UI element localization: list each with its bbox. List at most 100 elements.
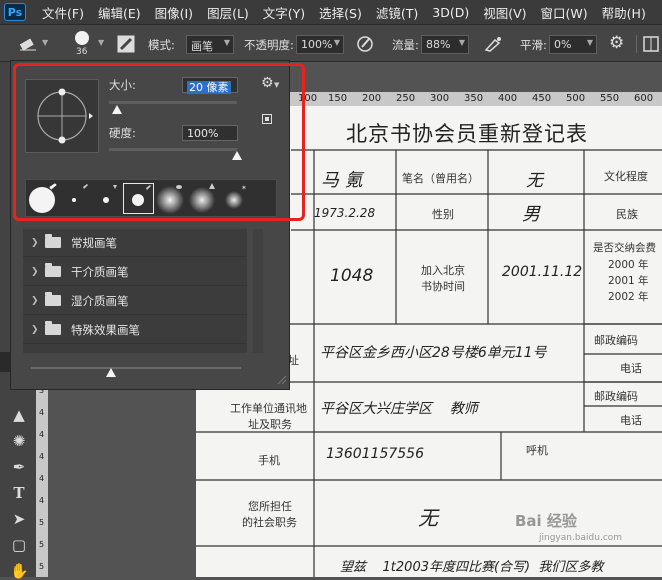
chevron-right-icon: ❯ bbox=[31, 324, 39, 335]
brush-group-special-effects[interactable]: ❯ 特殊效果画笔 bbox=[23, 316, 247, 344]
fee-year-2002: 2002 年 bbox=[608, 291, 649, 303]
name-value: 马 氪 bbox=[321, 170, 363, 191]
gender-label: 性别 bbox=[432, 208, 454, 221]
flow-value: 88% bbox=[426, 38, 451, 51]
vertical-ruler: 3 4 4 4 4 4 5 5 5 bbox=[36, 380, 48, 577]
ruler-tick-label: 4 bbox=[39, 474, 45, 483]
menu-file[interactable]: 文件(F) bbox=[42, 3, 84, 22]
menu-filter[interactable]: 滤镜(T) bbox=[376, 3, 418, 22]
menu-window[interactable]: 窗口(W) bbox=[541, 3, 588, 22]
hand-icon[interactable]: ✋ bbox=[10, 562, 29, 580]
menu-view[interactable]: 视图(V) bbox=[483, 3, 526, 22]
menu-edit[interactable]: 编辑(E) bbox=[98, 3, 141, 22]
bottom-handwriting: 望兹 1t2003年度四比赛(合写) 我们区多教 bbox=[340, 560, 604, 575]
duty-label-line2: 的社会职务 bbox=[242, 516, 297, 529]
flow-field[interactable]: 88% ▼ bbox=[421, 35, 469, 54]
ruler-tick-label: 5 bbox=[39, 518, 45, 527]
folder-icon bbox=[45, 234, 61, 248]
menu-help[interactable]: 帮助(H) bbox=[602, 3, 646, 22]
preview-size-slider-thumb[interactable] bbox=[105, 368, 116, 377]
menu-bar: Ps 文件(F) 编辑(E) 图像(I) 图层(L) 文字(Y) 选择(S) 滤… bbox=[0, 0, 662, 24]
rectangle-shape-icon[interactable]: ▢ bbox=[10, 536, 28, 554]
pen-icon[interactable]: ✒ bbox=[10, 458, 28, 476]
ruler-tick-label: 4 bbox=[39, 452, 45, 461]
folder-icon bbox=[45, 321, 61, 335]
highlight-annotation bbox=[13, 63, 305, 221]
preview-size-slider[interactable] bbox=[31, 367, 241, 369]
ruler-tick-label: 200 bbox=[362, 93, 382, 104]
options-bar: ▼ 36 ▼ 模式: 画笔 ▼ 不透明度: 100% ▼ 流量: 88% ▼ 平滑: … bbox=[0, 24, 662, 62]
menu-image[interactable]: 图像(I) bbox=[155, 3, 193, 22]
ruler-tick-label: 350 bbox=[464, 93, 484, 104]
chevron-down-icon: ▼ bbox=[333, 38, 340, 47]
menu-layer[interactable]: 图层(L) bbox=[207, 3, 249, 22]
smoothing-label: 平滑: bbox=[520, 38, 547, 52]
alias-label: 笔名（曾用名） bbox=[402, 172, 479, 185]
ruler-tick-label: 5 bbox=[39, 562, 45, 571]
opacity-field[interactable]: 100% ▼ bbox=[296, 35, 344, 54]
menu-select[interactable]: 选择(S) bbox=[319, 3, 362, 22]
triangle-shape-icon[interactable]: ▲ bbox=[10, 406, 28, 424]
sponge-icon[interactable]: ✺ bbox=[10, 432, 28, 450]
flow-label: 流量: bbox=[392, 38, 419, 52]
opacity-value: 100% bbox=[301, 38, 333, 51]
brush-group-general[interactable]: ❯ 常规画笔 bbox=[23, 229, 247, 257]
phone-label: 电话 bbox=[620, 362, 642, 375]
brush-preset-preview[interactable] bbox=[74, 30, 90, 46]
ruler-tick-label: 4 bbox=[39, 408, 45, 417]
chevron-down-icon: ▼ bbox=[586, 38, 593, 47]
join-label-line2: 书协时间 bbox=[421, 280, 465, 293]
brush-size-readout: 36 bbox=[76, 47, 88, 57]
gear-icon[interactable]: ⚙ bbox=[609, 33, 624, 53]
join-label-line1: 加入北京 bbox=[421, 264, 465, 277]
mode-value: 画笔 bbox=[191, 40, 213, 53]
smoothing-value: 0% bbox=[554, 38, 572, 51]
photoshop-logo: Ps bbox=[4, 3, 26, 21]
folder-icon bbox=[45, 263, 61, 277]
mobile-label: 手机 bbox=[258, 454, 280, 467]
postal-code-label: 邮政编码 bbox=[594, 334, 638, 347]
ruler-tick-label: 4 bbox=[39, 496, 45, 505]
path-selection-icon[interactable]: ➤ bbox=[10, 510, 28, 528]
chevron-right-icon: ❯ bbox=[31, 295, 39, 306]
horizontal-ruler: 100 150 200 250 300 350 400 450 500 550 … bbox=[290, 92, 662, 106]
menu-3d[interactable]: 3D(D) bbox=[432, 5, 469, 20]
baidu-watermark: Bai 经验 jingyan.baidu.com bbox=[515, 510, 622, 543]
brush-settings-panel-icon[interactable] bbox=[117, 35, 135, 53]
folder-icon bbox=[45, 292, 61, 306]
postal-code-label: 邮政编码 bbox=[594, 390, 638, 403]
smoothing-field[interactable]: 0% ▼ bbox=[549, 35, 597, 54]
mode-dropdown[interactable]: 画笔 ▼ bbox=[186, 35, 234, 54]
chevron-down-icon[interactable]: ▼ bbox=[98, 38, 104, 47]
chevron-right-icon: ❯ bbox=[31, 266, 39, 277]
alias-value: 无 bbox=[526, 171, 543, 191]
menu-type[interactable]: 文字(Y) bbox=[263, 3, 305, 22]
pressure-opacity-icon[interactable] bbox=[356, 35, 374, 53]
toolbar-edge bbox=[0, 352, 10, 372]
resize-grip-icon[interactable] bbox=[277, 375, 287, 385]
work-label-line2: 址及职务 bbox=[248, 418, 292, 431]
scrollbar[interactable] bbox=[253, 229, 263, 353]
ruler-tick-label: 550 bbox=[600, 93, 620, 104]
pager-label: 呼机 bbox=[526, 444, 548, 457]
work-value: 平谷区大兴庄学区 教师 bbox=[320, 401, 478, 417]
chevron-right-icon: ❯ bbox=[31, 237, 39, 248]
duty-value: 无 bbox=[418, 506, 438, 530]
ruler-tick-label: 500 bbox=[566, 93, 586, 104]
group-label: 常规画笔 bbox=[71, 235, 117, 250]
duty-label-line1: 您所担任 bbox=[248, 500, 292, 513]
eraser-tool-icon[interactable] bbox=[18, 38, 38, 52]
mode-label: 模式: bbox=[148, 38, 175, 52]
opacity-label: 不透明度: bbox=[244, 38, 294, 52]
airbrush-icon[interactable] bbox=[483, 35, 503, 53]
brush-group-dry-media[interactable]: ❯ 干介质画笔 bbox=[23, 258, 247, 286]
join-date-value: 2001.11.12 bbox=[502, 264, 583, 280]
chevron-down-icon[interactable]: ▼ bbox=[42, 38, 48, 47]
watermark-text: Bai 经验 bbox=[515, 512, 577, 530]
symmetry-icon[interactable] bbox=[642, 35, 660, 53]
form-title: 北京书协会员重新登记表 bbox=[346, 122, 588, 146]
work-label-line1: 工作单位通讯地 bbox=[230, 402, 307, 415]
group-label: 特殊效果画笔 bbox=[71, 322, 140, 337]
brush-group-wet-media[interactable]: ❯ 湿介质画笔 bbox=[23, 287, 247, 315]
type-tool-icon[interactable]: T bbox=[10, 484, 28, 502]
